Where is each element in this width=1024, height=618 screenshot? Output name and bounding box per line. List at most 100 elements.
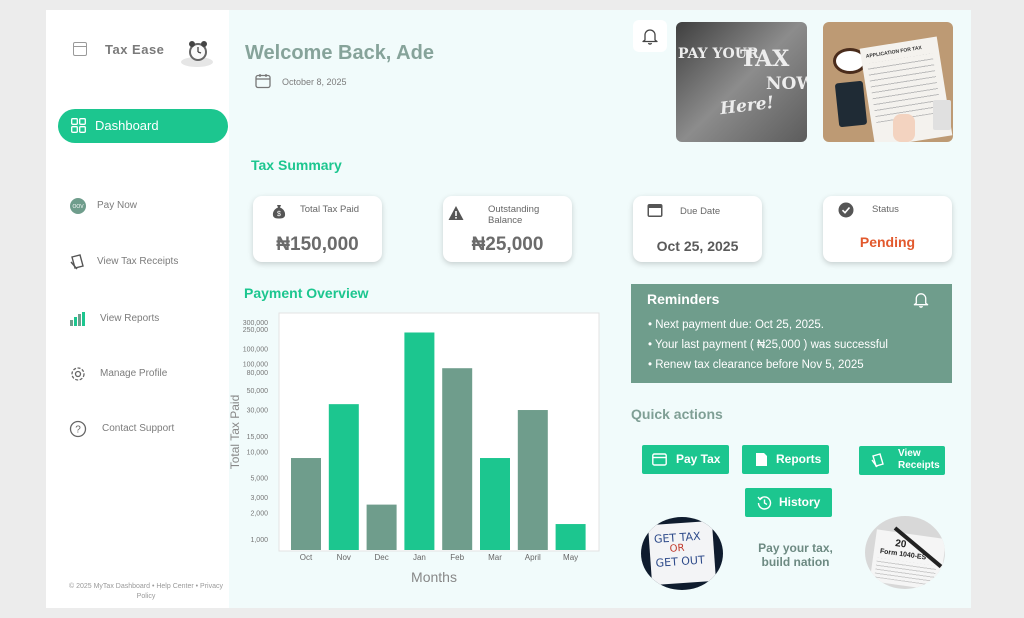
receipt-icon: [70, 254, 84, 270]
y-tick-label: 5,000: [250, 476, 268, 483]
sidebar-item-manage-profile[interactable]: Manage Profile: [69, 364, 219, 384]
tax-summary-title: Tax Summary: [251, 157, 342, 173]
y-tick-label: 10,000: [247, 449, 269, 456]
card-label: Due Date: [680, 206, 721, 217]
x-tick-label: Oct: [300, 553, 313, 562]
sidebar-item-view-tax-receipts[interactable]: View Tax Receipts: [69, 252, 219, 272]
coin-icon: OOV: [70, 198, 86, 214]
x-tick-label: Feb: [450, 553, 464, 562]
footer-links[interactable]: © 2025 MyTax Dashboard • Help Center • P…: [60, 582, 232, 602]
reminders-panel: Reminders Next payment due: Oct 25, 2025…: [631, 284, 952, 383]
chart-bar-april: [517, 410, 548, 550]
chart-bar-mar: [480, 458, 510, 550]
card-value: Oct 25, 2025: [656, 238, 739, 254]
bell-icon: [642, 29, 658, 45]
reminders-title: Reminders: [647, 291, 720, 307]
x-tick-label: Jan: [413, 553, 426, 562]
x-tick-label: April: [525, 553, 541, 562]
y-tick-label: 100,000: [243, 362, 268, 369]
x-tick-label: Mar: [488, 553, 502, 562]
brand-name: Tax Ease: [105, 42, 165, 57]
chart-bar-dec: [366, 504, 397, 550]
pay-tax-poster-image: PAY YOUR TAX NOW Here!: [676, 22, 807, 142]
card-label: Outstanding Balance: [488, 204, 540, 226]
notifications-button[interactable]: [633, 20, 667, 52]
bell-icon[interactable]: [913, 291, 929, 308]
payment-overview-chart: 1,000 2,000 3,000 5,000 10,000 15,000 30,000 50…: [228, 312, 600, 585]
calendar-icon: [255, 74, 271, 89]
alarm-clock-icon: [181, 41, 213, 67]
sidebar-item-label: Contact Support: [102, 423, 175, 434]
reminders-list: Next payment due: Oct 25, 2025. Your las…: [648, 315, 888, 375]
help-circle-icon: ?: [69, 420, 87, 438]
y-tick-label: 300,000: [243, 320, 268, 327]
calculator: [933, 100, 951, 130]
due-date-card: Due Date Oct 25, 2025: [633, 196, 762, 262]
chart-plot-area: [278, 312, 600, 552]
check-badge-icon: [838, 202, 854, 218]
y-tick-label: 250,000: [243, 327, 268, 334]
chart-bar-nov: [328, 404, 359, 550]
sidebar-item-contact-support[interactable]: ? Contact Support: [69, 419, 219, 439]
x-tick-label: May: [563, 553, 578, 562]
y-tick-label: 3,000: [250, 495, 268, 502]
money-bag-icon: $: [272, 205, 286, 219]
receipt-icon: [871, 453, 884, 468]
card-value: ₦150,000: [276, 234, 359, 255]
tagline: Pay your tax, build nation: [758, 541, 833, 569]
y-tick-label: 2,000: [250, 511, 268, 518]
sidebar-item-pay-now[interactable]: OOV Pay Now: [69, 196, 219, 216]
list-item: Next payment due: Oct 25, 2025.: [648, 315, 888, 335]
hand: [893, 114, 915, 142]
list-item: Your last payment ( ₦25,000 ) was succes…: [648, 335, 888, 355]
sidebar-item-label: Dashboard: [95, 118, 159, 133]
x-tick-label: Nov: [337, 553, 351, 562]
x-tick-label: Dec: [374, 553, 388, 562]
outstanding-balance-card: Outstanding Balance ₦25,000: [443, 196, 572, 262]
view-receipts-button[interactable]: View Receipts: [859, 446, 945, 475]
total-tax-paid-card: $ Total Tax Paid ₦150,000: [253, 196, 382, 262]
sidebar-item-label: Manage Profile: [100, 368, 168, 379]
sidebar-item-label: View Tax Receipts: [97, 256, 179, 267]
status-badge: Pending: [859, 234, 916, 250]
chart-bar-jan: [404, 332, 435, 550]
history-button[interactable]: History: [745, 488, 832, 517]
sidebar-item-view-reports[interactable]: View Reports: [69, 309, 219, 329]
phone: [834, 80, 868, 128]
document-icon: [756, 453, 767, 466]
card-icon: [652, 453, 667, 466]
dashboard-grid-icon: [71, 118, 86, 133]
card-label: Total Tax Paid: [300, 204, 359, 215]
svg-text:?: ?: [75, 425, 81, 436]
chart-bar-may: [555, 524, 586, 550]
page-title: Welcome Back, Ade: [245, 42, 434, 64]
x-axis-title: Months: [411, 569, 457, 585]
y-tick-label: 1,000: [250, 537, 268, 544]
tax-application-photo: APPLICATION FOR TAX: [823, 22, 953, 142]
card-label: Status: [872, 204, 899, 215]
get-tax-note-image: GET TAX OR GET OUT: [641, 517, 723, 590]
svg-text:OOV: OOV: [72, 204, 84, 210]
y-tick-label: 30,000: [247, 408, 269, 415]
svg-text:$: $: [277, 211, 281, 218]
list-item: Renew tax clearance before Nov 5, 2025: [648, 355, 888, 375]
payment-overview-title: Payment Overview: [244, 285, 369, 301]
sidebar-item-dashboard[interactable]: Dashboard: [58, 109, 228, 143]
chart-bar-feb: [442, 368, 473, 550]
chart-bar-oct: [291, 458, 321, 550]
y-tick-label: 50,000: [247, 388, 269, 395]
sidebar-item-label: Pay Now: [97, 200, 138, 211]
form-1040-es-image: 20 Form 1040-ES: [865, 516, 945, 589]
pay-tax-button[interactable]: Pay Tax: [642, 445, 729, 474]
y-axis-title: Total Tax Paid: [228, 395, 242, 470]
sidebar-item-label: View Reports: [100, 313, 160, 324]
card-value: ₦25,000: [471, 234, 544, 255]
reports-button[interactable]: Reports: [742, 445, 829, 474]
y-tick-label: 80,000: [247, 370, 269, 377]
warning-icon: [448, 206, 464, 220]
bar-chart-icon: [70, 312, 85, 326]
calendar-icon: [647, 204, 663, 217]
quick-actions-title: Quick actions: [631, 406, 723, 422]
y-tick-label: 100,000: [243, 346, 268, 353]
gear-icon: [71, 367, 85, 381]
